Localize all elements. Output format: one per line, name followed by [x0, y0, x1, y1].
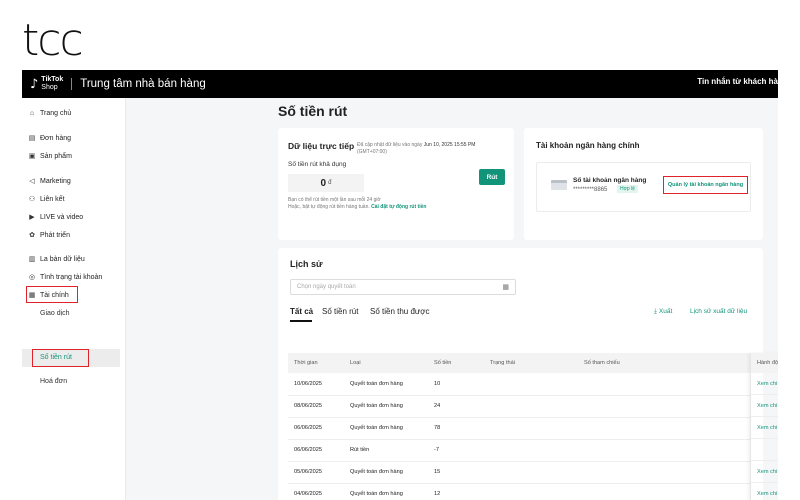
withdrawals-highlight-box: [32, 349, 89, 367]
sidebar-item-live-video[interactable]: ▶ LIVE và video: [28, 211, 83, 223]
bank-title: Tài khoản ngân hàng chính: [536, 141, 640, 150]
compass-icon: ▥: [28, 256, 36, 263]
tiktok-shop-logo[interactable]: ♪ TikTok Shop: [30, 76, 63, 92]
view-details-link[interactable]: [751, 439, 778, 461]
bank-card-icon: [551, 180, 567, 190]
brand-logo: tcc: [22, 15, 84, 66]
table-row: 06/06/2025 Rút tiền -7: [288, 439, 750, 462]
tiktok-note-icon: ♪: [30, 76, 39, 92]
history-title: Lịch sử: [290, 259, 323, 269]
auto-withdraw-note: Hoặc, bật tự động rút tiền hàng tuần. Cà…: [288, 204, 427, 210]
currency-symbol: đ: [328, 180, 332, 186]
tab-withdrawals[interactable]: Số tiền rút: [322, 307, 358, 316]
live-data-title: Dữ liệu trực tiếp: [288, 141, 355, 151]
sidebar-item-orders[interactable]: ▤ Đơn hàng: [28, 132, 71, 144]
history-table: Thời gian Loại Số tiền Trạng thái Số tha…: [288, 353, 750, 500]
main-content: Số tiền rút Dữ liệu trực tiếp Đã cập nhậ…: [126, 98, 778, 500]
date-filter-input[interactable]: Chọn ngày quyết toán ▦: [290, 279, 516, 295]
brand-text: tcc: [22, 15, 84, 66]
sidebar-sub-invoices[interactable]: Hoá đơn: [40, 378, 67, 385]
top-bar: ♪ TikTok Shop Trung tâm nhà bán hàng Tin…: [22, 70, 778, 98]
sidebar-item-growth[interactable]: ✿ Phát triển: [28, 229, 70, 241]
app-title: Trung tâm nhà bán hàng: [80, 78, 206, 90]
action-column: Hành động Xem chi tiết Xem chi tiết Xem …: [750, 353, 778, 500]
sidebar-item-affiliate[interactable]: ⚇ Liên kết: [28, 193, 65, 205]
bank-account-label: Số tài khoản ngân hàng: [573, 177, 647, 184]
sidebar-item-account-health[interactable]: ◎ Tình trạng tài khoản: [28, 271, 102, 283]
tab-all[interactable]: Tất cả: [290, 307, 313, 316]
auto-withdraw-link[interactable]: Cài đặt tự động rút tiền: [371, 204, 426, 210]
table-row: 05/06/2025 Quyết toán đơn hàng 15: [288, 461, 750, 484]
export-history-link[interactable]: Lịch sử xuất dữ liệu: [690, 308, 747, 315]
table-row: 06/06/2025 Quyết toán đơn hàng 78: [288, 417, 750, 440]
view-details-link[interactable]: Xem chi tiết: [751, 373, 778, 395]
growth-icon: ✿: [29, 232, 35, 239]
sidebar-item-data-compass[interactable]: ▥ La bàn dữ liệu: [28, 253, 85, 265]
bank-account-box: Số tài khoản ngân hàng *********8865 Hợp…: [536, 162, 751, 212]
bank-account-card: Tài khoản ngân hàng chính Số tài khoản n…: [524, 128, 763, 240]
customer-messages-link[interactable]: Tin nhắn từ khách hà: [697, 77, 778, 86]
sidebar-item-marketing[interactable]: ◁ Marketing: [28, 175, 70, 187]
bank-account-number: *********8865: [573, 187, 608, 193]
orders-icon: ▤: [28, 135, 36, 142]
history-card: Lịch sử Chọn ngày quyết toán ▦ Tất cả Số…: [278, 248, 778, 500]
col-type: Loại: [344, 353, 428, 373]
logo-line2: Shop: [41, 84, 58, 91]
table-row: 08/06/2025 Quyết toán đơn hàng 24: [288, 395, 750, 418]
col-action: Hành động: [751, 353, 778, 373]
products-icon: ▣: [28, 153, 36, 160]
app-window: ♪ TikTok Shop Trung tâm nhà bán hàng Tin…: [22, 70, 778, 500]
megaphone-icon: ◁: [29, 178, 35, 185]
balance-box: 0 đ: [288, 174, 364, 192]
updated-timestamp: Đã cập nhật dữ liệu vào ngày Jun 10, 202…: [357, 142, 476, 155]
sidebar: ⌂ Trang chủ ▤ Đơn hàng ▣ Sản phẩm ◁ Mark…: [22, 98, 126, 500]
view-details-link[interactable]: Xem chi tiết: [751, 395, 778, 417]
sidebar-item-products[interactable]: ▣ Sản phẩm: [28, 150, 72, 162]
topbar-divider: [71, 78, 73, 90]
tab-earnings[interactable]: Số tiền thu được: [370, 307, 430, 316]
withdraw-button[interactable]: Rút: [479, 169, 505, 185]
col-reference: Số tham chiếu: [578, 353, 750, 373]
manage-bank-button[interactable]: Quản lý tài khoản ngân hàng: [663, 176, 748, 194]
sidebar-sub-transactions[interactable]: Giao dịch: [40, 310, 70, 317]
balance-label: Số tiền rút khả dụng: [288, 161, 347, 168]
account-health-icon: ◎: [28, 274, 36, 281]
sidebar-item-home[interactable]: ⌂ Trang chủ: [28, 107, 71, 119]
col-amount: Số tiền: [428, 353, 484, 373]
live-icon: ▶: [29, 214, 35, 221]
table-row: 10/06/2025 Quyết toán đơn hàng 10: [288, 373, 750, 396]
affiliate-icon: ⚇: [28, 196, 36, 203]
page-title: Số tiền rút: [278, 103, 348, 119]
withdraw-note: Bạn có thể rút tiền một lần sau mỗi 24 g…: [288, 197, 381, 203]
finance-highlight-box: [26, 286, 78, 303]
home-icon: ⌂: [29, 109, 35, 117]
calendar-icon: ▦: [502, 284, 509, 291]
date-filter-placeholder: Chọn ngày quyết toán: [297, 284, 356, 290]
view-details-link[interactable]: Xem chi tiết: [751, 483, 778, 500]
export-button[interactable]: ⤓ Xuất: [654, 308, 672, 316]
logo-line1: TikTok: [41, 76, 64, 83]
live-data-card: Dữ liệu trực tiếp Đã cập nhật dữ liệu và…: [278, 128, 514, 240]
active-tab-underline: [290, 320, 312, 322]
view-details-link[interactable]: Xem chi tiết: [751, 461, 778, 483]
col-time: Thời gian: [288, 353, 344, 373]
col-status: Trạng thái: [484, 353, 578, 373]
status-badge: Hợp lệ: [617, 185, 638, 193]
view-details-link[interactable]: Xem chi tiết: [751, 417, 778, 439]
table-row: 04/06/2025 Quyết toán đơn hàng 12: [288, 483, 750, 500]
export-icon: ⤓: [654, 308, 657, 315]
balance-value: 0: [320, 177, 327, 189]
table-header-row: Thời gian Loại Số tiền Trạng thái Số tha…: [288, 353, 750, 373]
